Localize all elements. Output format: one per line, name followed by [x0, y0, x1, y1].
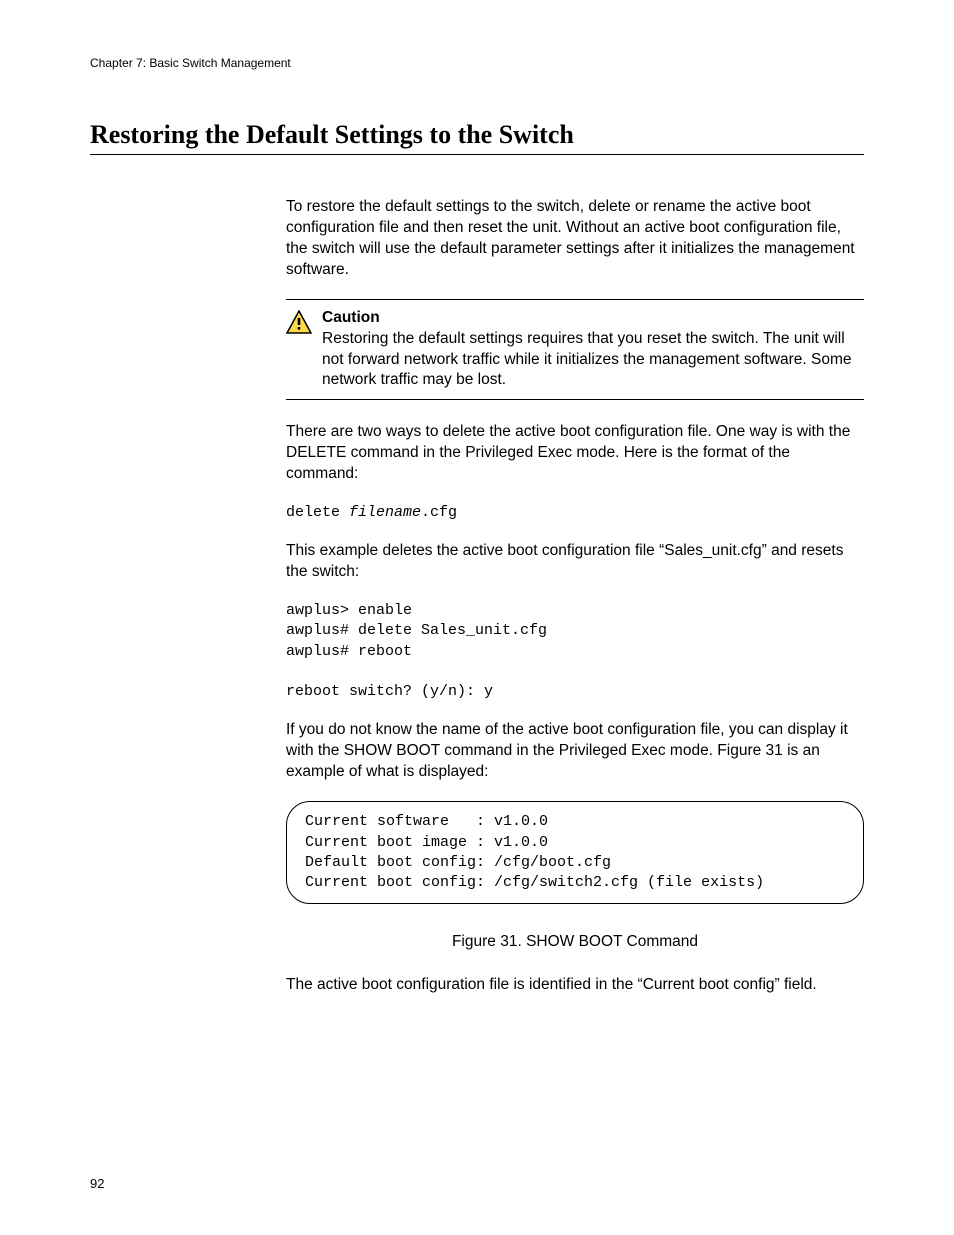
cmd-prefix: delete	[286, 504, 349, 521]
command-format: delete filename.cfg	[286, 503, 864, 523]
caution-label: Caution	[322, 308, 864, 329]
cmd-arg: filename	[349, 504, 421, 521]
closing-paragraph: The active boot configuration file is id…	[286, 975, 864, 996]
caution-icon	[286, 310, 312, 341]
page-header: Chapter 7: Basic Switch Management	[90, 56, 864, 70]
showboot-output: Current software : v1.0.0 Current boot i…	[286, 801, 864, 904]
caution-block: Caution Restoring the default settings r…	[286, 299, 864, 401]
figure-caption: Figure 31. SHOW BOOT Command	[286, 932, 864, 953]
section-title: Restoring the Default Settings to the Sw…	[90, 120, 864, 155]
example-intro-paragraph: This example deletes the active boot con…	[286, 541, 864, 583]
caution-text: Caution Restoring the default settings r…	[322, 308, 864, 392]
content-column: To restore the default settings to the s…	[286, 197, 864, 996]
two-ways-paragraph: There are two ways to delete the active …	[286, 422, 864, 485]
command-example: awplus> enable awplus# delete Sales_unit…	[286, 601, 864, 702]
caution-body: Restoring the default settings requires …	[322, 330, 852, 389]
page: Chapter 7: Basic Switch Management Resto…	[0, 0, 954, 1235]
page-number: 92	[90, 1176, 104, 1191]
showboot-intro-paragraph: If you do not know the name of the activ…	[286, 720, 864, 783]
cmd-suffix: .cfg	[421, 504, 457, 521]
intro-paragraph: To restore the default settings to the s…	[286, 197, 864, 281]
